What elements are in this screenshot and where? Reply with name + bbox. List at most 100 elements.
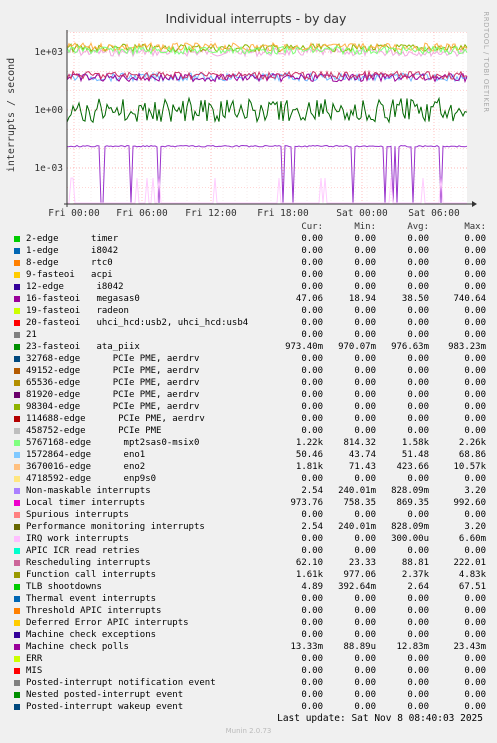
legend-swatch: [14, 524, 20, 530]
legend-name: TLB shootdowns: [26, 582, 102, 592]
legend-swatch: [14, 608, 20, 614]
legend-max: 740.64: [453, 294, 486, 304]
legend-name: APIC ICR read retries: [26, 546, 140, 556]
legend-avg: 0.00: [407, 366, 429, 376]
legend-name: 2-edge timer: [26, 234, 119, 244]
legend-name: Deferred Error APIC interrupts: [26, 618, 189, 628]
legend-swatch: [14, 356, 20, 362]
y-tick-label: 1e+00: [34, 105, 63, 116]
legend-row: 98304-edge PCIe PME, aerdrv 0.00 0.00 0.00 0…: [12, 401, 490, 413]
legend-min: 0.00: [354, 318, 376, 328]
legend-avg: 869.35: [396, 498, 429, 508]
legend-max: 0.00: [464, 270, 486, 280]
legend-avg: 0.00: [407, 690, 429, 700]
legend-cur: 0.00: [301, 630, 323, 640]
header-max: Max:: [464, 222, 486, 232]
legend-row: Nested posted-interrupt event 0.00 0.00 0.0…: [12, 689, 490, 701]
legend-max: 0.00: [464, 630, 486, 640]
legend-row: Deferred Error APIC interrupts 0.00 0.00 0.…: [12, 617, 490, 629]
legend-name: 114688-edge PCIe PME, aerdrv: [26, 414, 205, 424]
legend-min: 43.74: [348, 450, 376, 460]
legend-swatch: [14, 464, 20, 470]
rrdtool-credit: RRDTOOL / TOBI OETIKER: [482, 11, 490, 112]
legend-row: 16-fasteoi megasas0 47.06 18.94 38.50 740.64: [12, 293, 490, 305]
legend-name: MIS: [26, 666, 43, 676]
x-tick-label: Fri 06:00: [116, 208, 168, 218]
legend-cur: 0.00: [301, 354, 323, 364]
legend-row: 8-edge rtc0 0.00 0.00 0.00 0.00: [12, 257, 490, 269]
legend-row: 21 0.00 0.00 0.00 0.00: [12, 329, 490, 341]
legend-avg: 88.81: [401, 558, 429, 568]
legend-min: 0.00: [354, 630, 376, 640]
legend-name: Non-maskable interrupts: [26, 486, 151, 496]
legend-swatch: [14, 272, 20, 278]
legend-name: 23-fasteoi ata_piix: [26, 342, 140, 352]
legend-swatch: [14, 620, 20, 626]
legend-row: 19-fasteoi radeon 0.00 0.00 0.00 0.00: [12, 305, 490, 317]
legend-cur: 0.00: [301, 282, 323, 292]
legend-min: 0.00: [354, 330, 376, 340]
legend-name: Machine check exceptions: [26, 630, 157, 640]
legend-avg: 0.00: [407, 318, 429, 328]
legend-cur: 0.00: [301, 678, 323, 688]
y-tick-label: 1e-03: [34, 163, 63, 174]
legend-cur: 1.61k: [295, 570, 323, 580]
legend-row: Machine check exceptions 0.00 0.00 0.00 0.00: [12, 629, 490, 641]
legend-name: Function call interrupts: [26, 570, 157, 580]
legend-swatch: [14, 404, 20, 410]
legend-swatch: [14, 476, 20, 482]
legend-min: 0.00: [354, 606, 376, 616]
legend-swatch: [14, 236, 20, 242]
legend-cur: 47.06: [295, 294, 323, 304]
legend-max: 0.00: [464, 690, 486, 700]
legend-cur: 0.00: [301, 270, 323, 280]
legend-swatch: [14, 308, 20, 314]
legend-min: 0.00: [354, 666, 376, 676]
legend-avg: 0.00: [407, 678, 429, 688]
legend-max: 0.00: [464, 606, 486, 616]
legend-cur: 50.46: [295, 450, 323, 460]
legend-swatch: [14, 572, 20, 578]
legend-swatch: [14, 596, 20, 602]
legend-swatch: [14, 248, 20, 254]
y-axis-label: interrupts / second: [6, 58, 17, 172]
legend-max: 0.00: [464, 474, 486, 484]
legend-cur: 0.00: [301, 378, 323, 388]
legend-max: 0.00: [464, 546, 486, 556]
x-tick-label: Fri 12:00: [185, 208, 237, 218]
legend-row: TLB shootdowns 4.89 392.64m 2.64 67.51: [12, 581, 490, 593]
legend-max: 0.00: [464, 246, 486, 256]
legend-row: 458752-edge PCIe PME 0.00 0.00 0.00 0.00: [12, 425, 490, 437]
legend-max: 0.00: [464, 678, 486, 688]
legend-max: 3.20: [464, 486, 486, 496]
legend-min: 88.89u: [343, 642, 376, 652]
legend-row: 3670016-edge eno2 1.81k 71.43 423.66 10.57k: [12, 461, 490, 473]
x-tick-label: Fri 18:00: [257, 208, 309, 218]
x-axis-arrow: [472, 201, 477, 207]
legend-row: Thermal event interrupts 0.00 0.00 0.00 0.00: [12, 593, 490, 605]
legend-min: 71.43: [348, 462, 376, 472]
legend-avg: 2.37k: [401, 570, 429, 580]
legend-min: 758.35: [343, 498, 376, 508]
legend-row: 1-edge i8042 0.00 0.00 0.00 0.00: [12, 245, 490, 257]
legend-swatch: [14, 668, 20, 674]
legend-avg: 0.00: [407, 654, 429, 664]
legend-swatch: [14, 344, 20, 350]
legend-name: 458752-edge PCIe PME: [26, 426, 162, 436]
legend-swatch: [14, 704, 20, 710]
legend-max: 0.00: [464, 618, 486, 628]
legend-max: 67.51: [458, 582, 486, 592]
legend-max: 6.60m: [458, 534, 486, 544]
y-tick-labels: 1e+03 1e+00 1e-03: [34, 47, 63, 174]
legend-cur: 13.33m: [290, 642, 323, 652]
legend-avg: 0.00: [407, 414, 429, 424]
legend-name: Machine check polls: [26, 642, 129, 652]
legend-swatch: [14, 692, 20, 698]
legend-min: 392.64m: [338, 582, 376, 592]
legend-min: 18.94: [348, 294, 376, 304]
legend-min: 0.00: [354, 414, 376, 424]
legend-max: 0.00: [464, 318, 486, 328]
legend-cur: 0.00: [301, 390, 323, 400]
legend-rows: 2-edge timer 0.00 0.00 0.00 0.00 1-edge i8042…: [12, 233, 490, 713]
legend-max: 2.26k: [458, 438, 486, 448]
